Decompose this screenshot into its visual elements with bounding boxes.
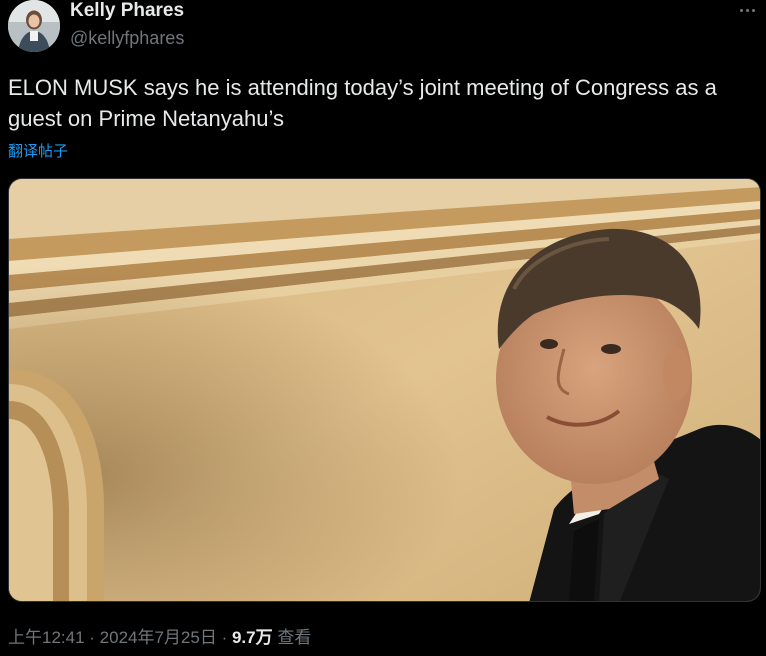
author-handle[interactable]: @kellyfphares — [70, 26, 184, 50]
profile-photo-icon — [8, 0, 60, 52]
dot — [739, 8, 743, 12]
dot — [745, 8, 749, 12]
translate-post-link[interactable]: 翻译帖子 — [8, 140, 68, 161]
meta-separator: · — [84, 628, 100, 647]
dot — [751, 8, 755, 12]
more-options-icon[interactable] — [736, 2, 758, 18]
meta-separator: · — [216, 628, 232, 647]
tweet-text: ELON MUSK says he is attending today’s j… — [8, 75, 717, 131]
tweet-media[interactable] — [8, 178, 761, 602]
video-still-image — [9, 179, 760, 601]
avatar[interactable] — [8, 0, 60, 52]
tweet-meta: 上午12:41 · 2024年7月25日 · 9.7万 查看 — [8, 627, 311, 649]
views-label: 查看 — [272, 628, 312, 647]
tweet-timestamp-link[interactable]: 上午12:41 · 2024年7月25日 — [8, 628, 217, 647]
views-count: 9.7万 — [231, 628, 273, 647]
author-block: Kelly Phares @kellyfphares — [70, 0, 184, 50]
tweet-time: 上午12:41 — [8, 628, 85, 647]
author-display-name[interactable]: Kelly Phares — [70, 0, 184, 22]
tweet: Kelly Phares @kellyfphares ELON MUSK say… — [0, 0, 766, 656]
tweet-date: 2024年7月25日 — [99, 628, 217, 647]
